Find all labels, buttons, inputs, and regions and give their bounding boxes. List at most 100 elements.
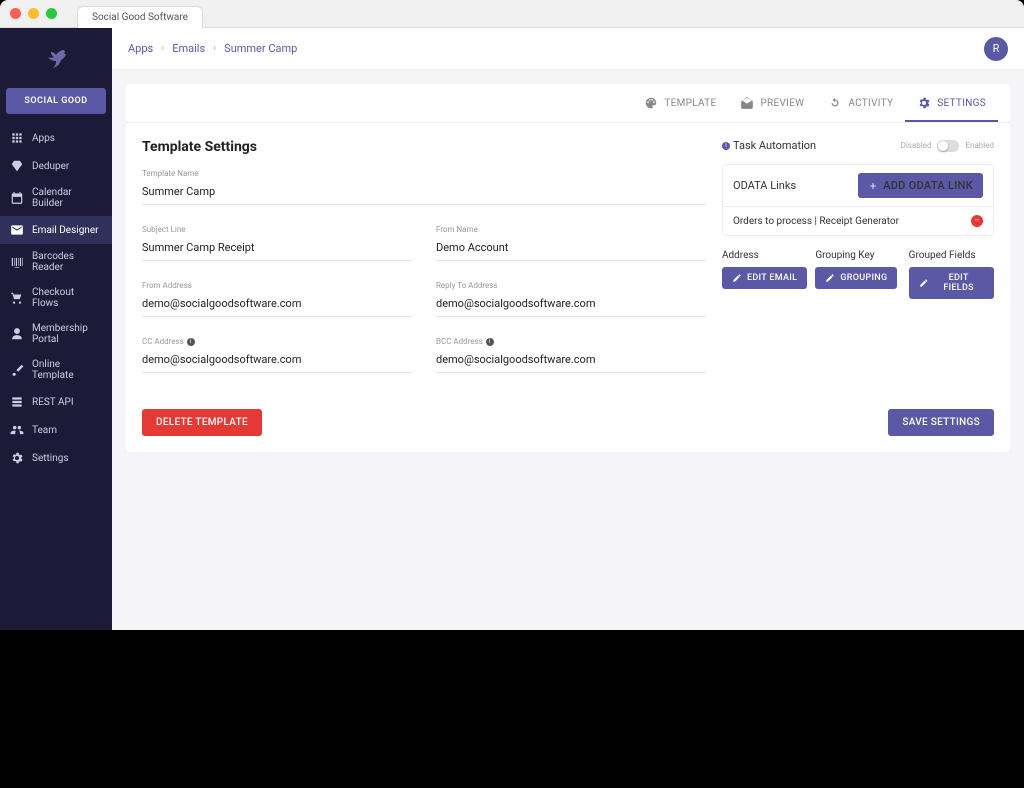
sidebar-item-settings[interactable]: Settings [0, 444, 112, 472]
maximize-window-icon[interactable] [46, 8, 57, 19]
sidebar-item-label: Checkout Flows [32, 287, 102, 309]
org-selector-button[interactable]: SOCIAL GOOD [6, 88, 106, 114]
pencil-icon [732, 273, 742, 283]
info-icon[interactable]: i [722, 142, 730, 150]
sidebar-item-label: Barcodes Reader [32, 251, 102, 273]
info-icon[interactable]: i [187, 338, 195, 346]
edit-fields-button[interactable]: EDIT FIELDS [909, 267, 994, 299]
three-columns: Address EDIT EMAIL Grouping Key [722, 250, 994, 299]
field-from-address: From Address [142, 281, 412, 317]
odata-row[interactable]: Orders to process | Receipt Generator − [723, 206, 993, 235]
sidebar-item-label: Calendar Builder [32, 187, 102, 209]
traffic-lights [10, 8, 57, 19]
settings-panel: Template Settings Template Name Subject … [126, 123, 1010, 409]
sidebar-item-team[interactable]: Team [0, 416, 112, 444]
col-label: Grouping Key [815, 250, 900, 261]
brush-icon [10, 363, 24, 377]
sidebar-item-email-designer[interactable]: Email Designer [0, 216, 112, 244]
from-address-input[interactable] [142, 295, 412, 312]
team-icon [10, 423, 24, 437]
remove-icon[interactable]: − [971, 215, 983, 227]
sidebar-item-deduper[interactable]: Deduper [0, 152, 112, 180]
pencil-icon [825, 273, 835, 283]
delete-template-button[interactable]: DELETE TEMPLATE [142, 409, 262, 436]
nav: Apps Deduper Calendar Builder Email Desi… [0, 124, 112, 630]
field-cc: CC Addressi [142, 337, 412, 373]
sidebar-item-label: REST API [32, 397, 74, 408]
content-tabs: TEMPLATE PREVIEW ACTIVITY SETTINGS [126, 84, 1010, 123]
subject-line-input[interactable] [142, 239, 412, 256]
field-from-name: From Name [436, 225, 706, 261]
add-odata-link-button[interactable]: ADD ODATA LINK [858, 173, 983, 198]
sidebar-item-apps[interactable]: Apps [0, 124, 112, 152]
field-template-name: Template Name [142, 169, 706, 205]
breadcrumb-emails[interactable]: Emails [172, 42, 205, 55]
app-window: Social Good Software SOCIAL GOOD Apps De… [0, 0, 1024, 630]
field-bcc: BCC Addressi [436, 337, 706, 373]
minimize-window-icon[interactable] [28, 8, 39, 19]
footer-buttons: DELETE TEMPLATE SAVE SETTINGS [126, 409, 1010, 452]
api-icon [10, 395, 24, 409]
mail-open-icon [740, 96, 754, 110]
field-reply-to: Reply To Address [436, 281, 706, 317]
sidebar: SOCIAL GOOD Apps Deduper Calendar Builde… [0, 28, 112, 630]
template-name-input[interactable] [142, 183, 706, 200]
task-automation-row: iTask Automation Disabled Enabled [722, 139, 994, 152]
sidebar-item-rest-api[interactable]: REST API [0, 388, 112, 416]
col-fields: Grouped Fields EDIT FIELDS [909, 250, 994, 299]
sidebar-item-label: Team [32, 425, 57, 436]
avatar[interactable]: R [984, 37, 1008, 61]
browser-tab-title: Social Good Software [92, 12, 188, 23]
breadcrumb-apps[interactable]: Apps [128, 42, 153, 55]
from-name-input[interactable] [436, 239, 706, 256]
col-label: Grouped Fields [909, 250, 994, 261]
odata-title: ODATA Links [733, 179, 796, 192]
grouping-button[interactable]: GROUPING [815, 267, 897, 289]
field-label: Reply To Address [436, 281, 706, 290]
topbar: Apps › Emails › Summer Camp R [112, 28, 1024, 70]
bcc-input[interactable] [436, 351, 706, 368]
cc-input[interactable] [142, 351, 412, 368]
sidebar-item-label: Membership Portal [32, 323, 102, 345]
palette-icon [644, 96, 658, 110]
cart-icon [10, 291, 24, 305]
info-icon[interactable]: i [486, 338, 494, 346]
sidebar-item-calendar[interactable]: Calendar Builder [0, 180, 112, 216]
sidebar-item-label: Apps [32, 133, 55, 144]
tab-label: TEMPLATE [664, 98, 716, 109]
chevron-right-icon: › [161, 43, 164, 54]
field-label: Subject Line [142, 225, 412, 234]
sidebar-item-membership[interactable]: Membership Portal [0, 316, 112, 352]
close-window-icon[interactable] [10, 8, 21, 19]
barcode-icon [10, 255, 24, 269]
deduper-icon [10, 159, 24, 173]
app-body: SOCIAL GOOD Apps Deduper Calendar Builde… [0, 28, 1024, 630]
tab-activity[interactable]: ACTIVITY [816, 84, 905, 122]
reply-to-input[interactable] [436, 295, 706, 312]
tab-settings[interactable]: SETTINGS [905, 84, 998, 122]
refresh-icon [828, 96, 842, 110]
sidebar-item-label: Deduper [32, 161, 69, 172]
user-icon [10, 327, 24, 341]
edit-email-button[interactable]: EDIT EMAIL [722, 267, 807, 289]
field-label: BCC Addressi [436, 337, 706, 346]
toggle-disabled-label: Disabled [901, 141, 932, 150]
chevron-right-icon: › [213, 43, 216, 54]
toggle-enabled-label: Enabled [965, 141, 994, 150]
sidebar-item-online-template[interactable]: Online Template [0, 352, 112, 388]
odata-header: ODATA Links ADD ODATA LINK [723, 165, 993, 206]
sidebar-item-checkout[interactable]: Checkout Flows [0, 280, 112, 316]
field-label: From Name [436, 225, 706, 234]
task-automation-toggle[interactable] [937, 140, 959, 152]
task-automation-toggle-wrap: Disabled Enabled [901, 140, 994, 152]
browser-tab[interactable]: Social Good Software [77, 6, 203, 28]
breadcrumb-current[interactable]: Summer Camp [224, 42, 297, 55]
settings-right: iTask Automation Disabled Enabled ODATA … [722, 139, 994, 393]
gear-icon [917, 96, 931, 110]
apps-icon [10, 131, 24, 145]
field-subject-line: Subject Line [142, 225, 412, 261]
save-settings-button[interactable]: SAVE SETTINGS [888, 409, 994, 436]
tab-template[interactable]: TEMPLATE [632, 84, 728, 122]
tab-preview[interactable]: PREVIEW [728, 84, 816, 122]
sidebar-item-barcodes[interactable]: Barcodes Reader [0, 244, 112, 280]
